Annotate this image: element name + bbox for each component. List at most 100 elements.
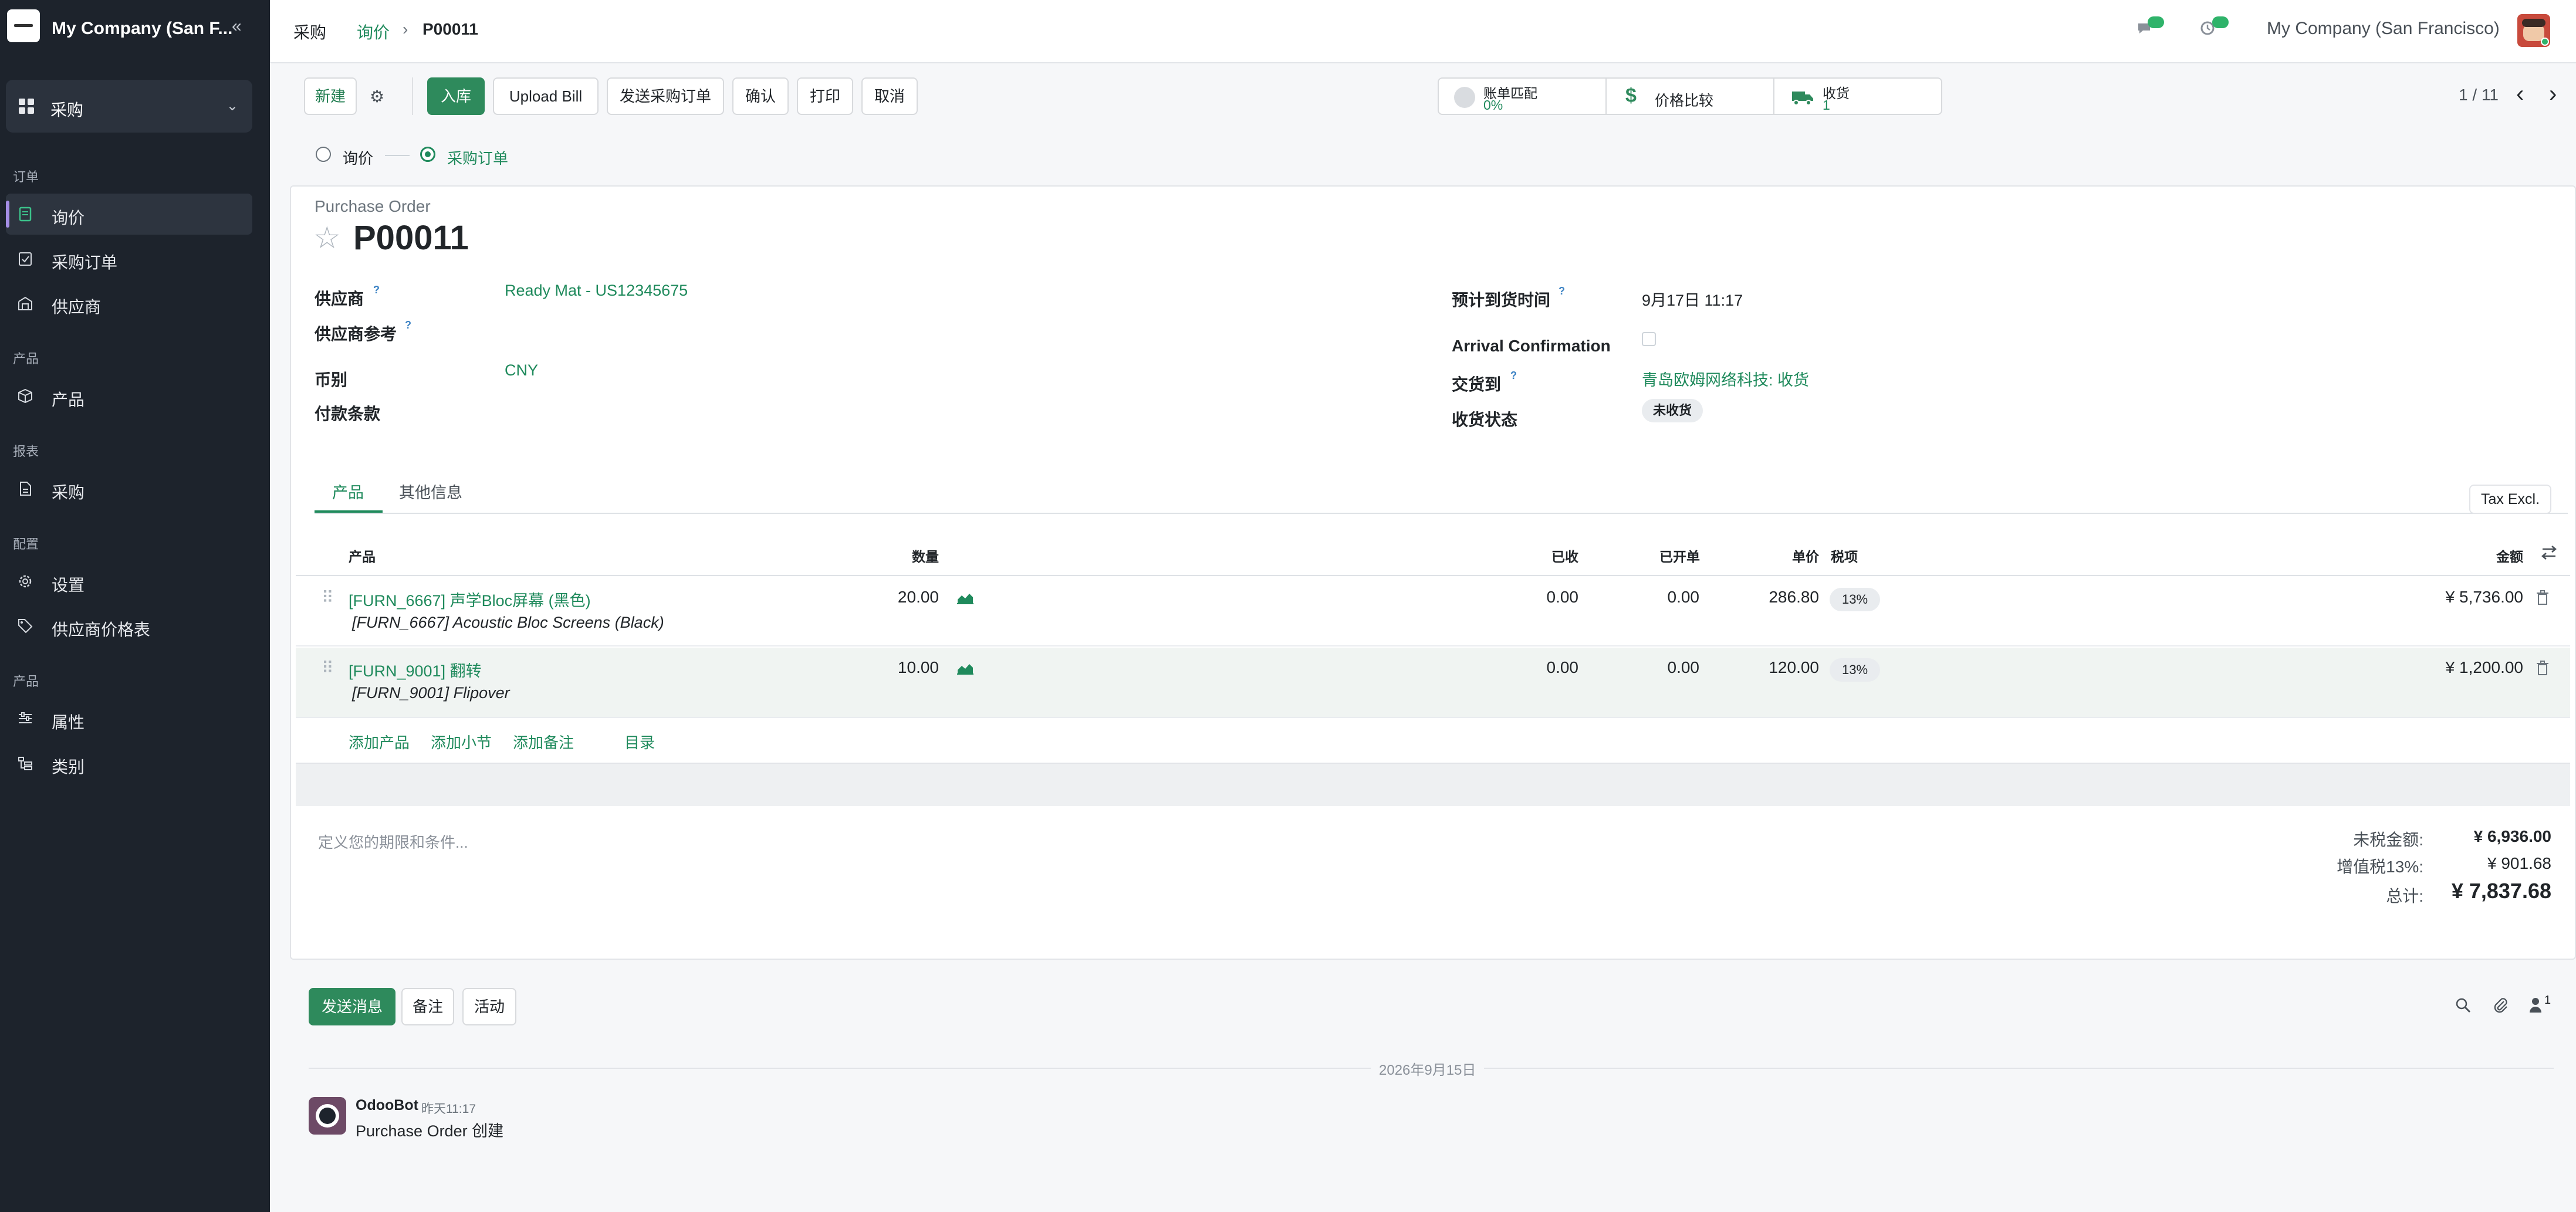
- breadcrumb-rfq[interactable]: 询价: [357, 20, 390, 43]
- pager-value[interactable]: 1 / 11: [2459, 86, 2499, 104]
- smart-button-receipt[interactable]: 收货 1: [1773, 77, 1942, 115]
- terms-conditions-input[interactable]: 定义您的期限和条件...: [318, 831, 468, 852]
- app-menu-title[interactable]: 采购: [293, 20, 326, 43]
- status-step-rfq[interactable]: 询价: [343, 147, 373, 168]
- smart-button-bill-matching[interactable]: 账单匹配 0%: [1438, 77, 1607, 115]
- nav-item-purchase-orders[interactable]: 采购订单: [6, 238, 252, 279]
- tab-products[interactable]: 产品: [315, 479, 383, 513]
- add-note-link[interactable]: 添加备注: [513, 731, 574, 753]
- confirm-button[interactable]: 确认: [732, 77, 789, 115]
- line-tax-badge[interactable]: 13%: [1830, 588, 1880, 611]
- col-quantity[interactable]: 数量: [912, 546, 939, 566]
- line-product-link[interactable]: [FURN_6667] 声学Bloc屏幕 (黑色): [349, 588, 591, 611]
- breadcrumb-separator: ›: [403, 20, 408, 38]
- currency-field[interactable]: CNY: [505, 361, 538, 380]
- send-po-button[interactable]: 发送采购订单: [607, 77, 724, 115]
- send-message-button[interactable]: 发送消息: [309, 988, 395, 1025]
- nav-item-rfq[interactable]: 询价: [6, 194, 252, 235]
- vendor-field[interactable]: Ready Mat - US12345675: [505, 282, 688, 300]
- nav-item-vendor-pricelists[interactable]: 供应商价格表: [6, 605, 252, 646]
- trash-icon[interactable]: [2536, 590, 2549, 605]
- trash-icon[interactable]: [2536, 661, 2549, 676]
- company-switcher[interactable]: My Company (San F...: [52, 19, 232, 39]
- table-row[interactable]: [296, 576, 2570, 646]
- vendor-ref-field[interactable]: [505, 317, 1091, 340]
- nav-item-products[interactable]: 产品: [6, 375, 252, 417]
- line-product-link[interactable]: [FURN_9001] 翻转: [349, 658, 482, 681]
- vendor-ref-label: 供应商参考: [315, 325, 397, 343]
- payment-terms-field[interactable]: [505, 397, 1091, 420]
- line-unit-price[interactable]: 286.80: [1737, 588, 1819, 607]
- new-button[interactable]: 新建: [304, 77, 357, 115]
- chevron-left-icon[interactable]: ‹: [2516, 81, 2524, 107]
- drag-handle-icon[interactable]: ⠿: [322, 658, 334, 678]
- tab-other-info[interactable]: 其他信息: [399, 480, 462, 503]
- table-row[interactable]: [296, 648, 2570, 718]
- log-note-button[interactable]: 备注: [401, 988, 454, 1025]
- add-section-link[interactable]: 添加小节: [431, 731, 492, 753]
- catalog-link[interactable]: 目录: [624, 731, 655, 753]
- tax-excl-toggle[interactable]: Tax Excl.: [2469, 485, 2551, 514]
- status-step-purchase-order[interactable]: 采购订单: [447, 147, 508, 168]
- expected-arrival-field[interactable]: 9月17日 11:17: [1642, 287, 1743, 310]
- app-switcher[interactable]: 采购 ⌄: [6, 80, 252, 133]
- followers-user-icon[interactable]: [2529, 996, 2542, 1014]
- messages-icon[interactable]: [2136, 15, 2165, 39]
- col-received[interactable]: 已收: [1551, 546, 1578, 566]
- untaxed-label: 未税金额:: [2353, 831, 2423, 849]
- paperclip-icon[interactable]: [2492, 996, 2509, 1014]
- user-avatar[interactable]: [2517, 14, 2550, 47]
- activities-clock-icon[interactable]: [2200, 15, 2230, 39]
- optional-columns-icon[interactable]: [2541, 544, 2557, 561]
- col-taxes[interactable]: 税项: [1831, 546, 1858, 566]
- gear-icon[interactable]: ⚙: [370, 87, 384, 106]
- print-button[interactable]: 打印: [797, 77, 853, 115]
- section-title-reports: 报表: [13, 444, 39, 459]
- nav-item-attributes[interactable]: 属性: [6, 698, 252, 739]
- nav-item-purchase-report[interactable]: 采购: [6, 468, 252, 509]
- deliver-to-field[interactable]: 青岛欧姆网络科技: 收货: [1642, 367, 1809, 390]
- nav-item-categories[interactable]: 类别: [6, 743, 252, 784]
- expected-arrival-label: 预计到货时间: [1452, 291, 1551, 309]
- odoobot-avatar[interactable]: [309, 1097, 346, 1135]
- radio-rfq[interactable]: [316, 147, 331, 162]
- add-product-link[interactable]: 添加产品: [349, 731, 410, 753]
- col-billed[interactable]: 已开单: [1659, 546, 1700, 566]
- col-unit-price[interactable]: 单价: [1792, 546, 1819, 566]
- drag-handle-icon[interactable]: ⠿: [322, 588, 334, 607]
- upload-bill-button[interactable]: Upload Bill: [493, 77, 599, 115]
- line-description: [FURN_6667] Acoustic Bloc Screens (Black…: [352, 614, 664, 631]
- arrival-confirmation-checkbox[interactable]: [1642, 332, 1656, 346]
- message-author[interactable]: OdooBot: [356, 1097, 418, 1114]
- search-icon[interactable]: [2455, 997, 2472, 1014]
- smart-button-price-compare[interactable]: $ 价格比较: [1605, 77, 1774, 115]
- receipt-button[interactable]: 入库: [427, 77, 485, 115]
- line-quantity[interactable]: 20.00: [868, 588, 939, 607]
- collapse-sidebar-icon[interactable]: «: [232, 16, 242, 36]
- line-tax-badge[interactable]: 13%: [1830, 658, 1880, 682]
- activities-button[interactable]: 活动: [462, 988, 516, 1025]
- cancel-button[interactable]: 取消: [861, 77, 918, 115]
- chevron-right-icon[interactable]: ›: [2549, 81, 2557, 107]
- nav-item-vendors[interactable]: 供应商: [6, 283, 252, 324]
- star-icon[interactable]: ☆: [313, 221, 341, 256]
- area-chart-icon[interactable]: [956, 662, 974, 675]
- help-icon[interactable]: ?: [405, 319, 411, 331]
- help-icon[interactable]: ?: [1559, 285, 1565, 297]
- bill-matching-value: 0%: [1483, 97, 1503, 113]
- company-logo[interactable]: [7, 9, 40, 42]
- line-quantity[interactable]: 10.00: [868, 658, 939, 677]
- area-chart-icon[interactable]: [956, 591, 974, 604]
- col-amount[interactable]: 金额: [2496, 546, 2523, 566]
- company-switcher-top[interactable]: My Company (San Francisco): [2267, 19, 2500, 39]
- record-type-label: Purchase Order: [315, 197, 431, 215]
- radio-purchase-order[interactable]: [420, 147, 435, 162]
- line-unit-price[interactable]: 120.00: [1737, 658, 1819, 677]
- table-footer: [296, 763, 2570, 806]
- nav-label: 类别: [52, 758, 85, 776]
- help-icon[interactable]: ?: [373, 284, 380, 296]
- sliders-icon: [19, 712, 32, 723]
- nav-item-settings[interactable]: 设置: [6, 561, 252, 602]
- help-icon[interactable]: ?: [1510, 370, 1517, 382]
- col-product[interactable]: 产品: [349, 546, 376, 566]
